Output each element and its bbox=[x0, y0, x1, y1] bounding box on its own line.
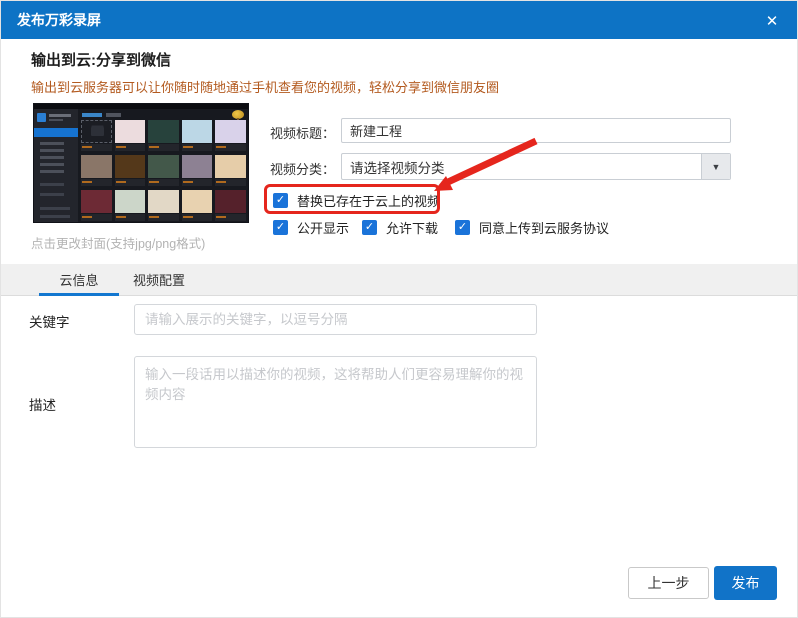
agree-checkbox-label: 同意上传到云服务协议 bbox=[479, 218, 609, 237]
description-label: 描述 bbox=[29, 394, 56, 414]
video-category-label: 视频分类： bbox=[261, 159, 335, 178]
tab-video-config[interactable]: 视频配置 bbox=[119, 264, 199, 295]
keywords-label: 关键字 bbox=[29, 311, 70, 331]
publish-dialog: 发布万彩录屏 ✕ 输出到云:分享到微信 输出到云服务器可以让你随时随地通过手机查… bbox=[0, 0, 798, 618]
cover-tile bbox=[115, 190, 146, 222]
video-title-label: 视频标题： bbox=[261, 123, 335, 142]
public-checkbox-row: 公开显示 bbox=[273, 218, 349, 237]
category-select[interactable]: 请选择视频分类 ▼ bbox=[341, 153, 731, 180]
keywords-input[interactable] bbox=[134, 304, 537, 335]
titlebar: 发布万彩录屏 ✕ bbox=[1, 1, 797, 39]
agree-checkbox[interactable] bbox=[455, 220, 470, 235]
previous-step-button[interactable]: 上一步 bbox=[628, 567, 709, 599]
download-checkbox-row: 允许下载 bbox=[362, 218, 438, 237]
dialog-title: 发布万彩录屏 bbox=[17, 10, 101, 30]
page-subtitle: 输出到云服务器可以让你随时随地通过手机查看您的视频，轻松分享到微信朋友圈 bbox=[31, 77, 499, 96]
tabbar: 云信息 视频配置 bbox=[1, 264, 797, 296]
agree-checkbox-row: 同意上传到云服务协议 bbox=[455, 218, 609, 237]
video-title-input[interactable] bbox=[341, 118, 731, 143]
replace-checkbox[interactable] bbox=[273, 193, 288, 208]
close-icon[interactable]: ✕ bbox=[761, 10, 783, 32]
publish-button[interactable]: 发布 bbox=[714, 566, 777, 600]
thumb-sidebar bbox=[34, 109, 78, 222]
cover-thumbnail[interactable] bbox=[34, 104, 248, 222]
thumb-app-logo bbox=[37, 113, 46, 122]
cover-hint: 点击更改封面(支持jpg/png格式) bbox=[31, 233, 205, 252]
cover-tile bbox=[182, 120, 213, 152]
page-title: 输出到云:分享到微信 bbox=[31, 49, 171, 70]
replace-checkbox-label: 替换已存在于云上的视频 bbox=[297, 191, 440, 210]
cover-tile bbox=[81, 190, 112, 222]
cover-tile bbox=[81, 120, 112, 152]
thumb-content bbox=[78, 109, 248, 222]
chevron-down-icon[interactable]: ▼ bbox=[701, 154, 730, 179]
cover-tile bbox=[148, 120, 179, 152]
cover-tile bbox=[81, 155, 112, 187]
thumb-active-menu-item bbox=[34, 128, 78, 137]
description-textarea[interactable] bbox=[134, 356, 537, 448]
cover-tile bbox=[115, 155, 146, 187]
cover-tile bbox=[215, 190, 246, 222]
cover-tile bbox=[148, 190, 179, 222]
category-selected-value: 请选择视频分类 bbox=[342, 157, 701, 177]
replace-checkbox-row: 替换已存在于云上的视频 bbox=[273, 191, 440, 210]
download-checkbox-label: 允许下载 bbox=[386, 218, 438, 237]
public-checkbox[interactable] bbox=[273, 220, 288, 235]
cover-tile bbox=[215, 155, 246, 187]
cover-tile bbox=[182, 190, 213, 222]
cover-grid bbox=[81, 120, 246, 222]
cover-tile bbox=[215, 120, 246, 152]
cover-tile bbox=[148, 155, 179, 187]
cover-tile bbox=[115, 120, 146, 152]
download-checkbox[interactable] bbox=[362, 220, 377, 235]
tab-cloud-info[interactable]: 云信息 bbox=[39, 264, 119, 295]
public-checkbox-label: 公开显示 bbox=[297, 218, 349, 237]
cover-tile bbox=[182, 155, 213, 187]
